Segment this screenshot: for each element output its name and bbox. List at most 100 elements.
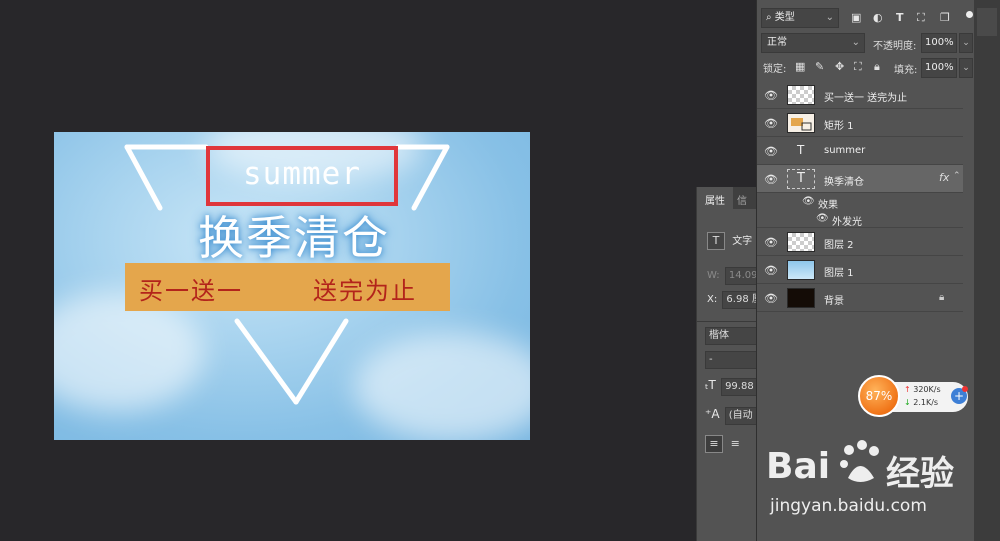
eye-icon[interactable]: 👁︎ <box>764 236 778 249</box>
panel-scrollbar[interactable] <box>974 0 1000 541</box>
filter-adjustment-icon[interactable]: ◐ <box>873 11 883 24</box>
upload-speed-value: 320K/s <box>913 385 941 394</box>
width-label: W: <box>707 270 720 281</box>
outer-glow-row[interactable]: 👁︎ 外发光 <box>757 210 963 228</box>
filter-shape-icon[interactable]: ⛶ <box>917 11 925 25</box>
layer-row[interactable]: 👁︎ 图层 2 <box>757 228 963 256</box>
effects-label: 效果 <box>818 200 838 211</box>
summer-text[interactable]: summer <box>206 156 398 192</box>
fill-label: 填充: <box>894 65 918 76</box>
filter-select-label: 类型 <box>774 12 795 23</box>
fill-chevron-icon[interactable]: ⌄ <box>959 58 973 78</box>
lock-label: 锁定: <box>763 64 787 75</box>
text-layer-icon: T <box>787 169 815 189</box>
x-label: X: <box>707 294 718 305</box>
divider <box>697 321 757 322</box>
properties-panel: 属性 信 T 文字 W: 14.09 X: 6.98 厘 楷体 - ₜT 99.… <box>696 187 766 541</box>
font-style-select[interactable]: - <box>705 351 757 369</box>
chevron-up-icon[interactable]: ⌃ <box>953 171 961 181</box>
layer-name: 买一送一 送完为止 <box>824 93 908 104</box>
download-speed: ↓ 2.1K/s <box>904 398 938 407</box>
layer-row[interactable]: 👁︎ 图层 1 <box>757 256 963 284</box>
lock-row: 锁定: ▦ ✎ ✥ ⛶ 🔒︎ 填充: 100% ⌄ <box>757 57 975 79</box>
baidu-watermark: Bai 经验 jingyan.baidu.com <box>766 436 966 520</box>
layer-row-selected[interactable]: 👁︎ T 换季清仓 fx ⌃ <box>757 165 963 193</box>
align-left-icon[interactable]: ≡ <box>705 435 723 453</box>
eye-icon[interactable]: 👁︎ <box>764 145 778 158</box>
layer-thumbnail <box>787 260 815 280</box>
opacity-chevron-icon[interactable]: ⌄ <box>959 33 973 53</box>
opacity-field[interactable]: 100% <box>921 33 957 53</box>
layer-name: 图层 2 <box>824 240 854 251</box>
filter-smart-object-icon[interactable]: ❐ <box>940 11 950 24</box>
layer-row[interactable]: 👁︎ 矩形 1 <box>757 109 963 137</box>
tab-info[interactable]: 信 <box>733 187 751 209</box>
layer-filter-select[interactable]: ⌕ 类型 ⌄ <box>761 8 839 28</box>
filter-pixel-icon[interactable]: ▣ <box>851 11 861 24</box>
layers-list: 👁︎ 买一送一 送完为止 👁︎ 矩形 1 👁︎ T summer 👁︎ T 换季… <box>757 81 963 312</box>
eye-icon[interactable]: 👁︎ <box>764 173 778 186</box>
watermark-url: jingyan.baidu.com <box>770 496 927 516</box>
layer-name: 背景 <box>824 296 844 307</box>
banner-text-right: 送完为止 <box>313 277 417 305</box>
title-text[interactable]: 换季清仓 <box>164 202 424 268</box>
type-label: 文字 <box>732 236 753 247</box>
network-speed-widget[interactable]: 87% ↑ 320K/s ↓ 2.1K/s + <box>858 373 972 419</box>
layer-thumbnail <box>787 288 815 308</box>
shape-layer-icon <box>791 118 812 131</box>
layer-name: summer <box>824 145 866 156</box>
effects-row[interactable]: 👁︎ 效果 <box>757 193 963 211</box>
outer-glow-label: 外发光 <box>832 217 862 228</box>
chevron-down-icon: ⌄ <box>851 37 860 48</box>
filter-toggle[interactable] <box>966 11 973 18</box>
filter-type-icon[interactable]: T <box>896 11 904 24</box>
align-center-icon[interactable]: ≡ <box>726 435 744 453</box>
promo-banner[interactable]: 买一送一 送完为止 <box>125 263 450 311</box>
banner-text-left: 买一送一 <box>139 277 243 305</box>
layer-name: 换季清仓 <box>824 177 864 188</box>
layer-thumbnail <box>787 85 815 105</box>
upload-speed: ↑ 320K/s <box>904 385 941 394</box>
arrow-up-icon: ↑ <box>904 385 911 394</box>
lock-move-icon[interactable]: ✥ <box>835 60 844 73</box>
layer-filter-row: ⌕ 类型 ⌄ ▣ ◐ T ⛶ ❐ <box>757 8 975 30</box>
layer-row[interactable]: 👁︎ 买一送一 送完为止 <box>757 81 963 109</box>
paw-icon <box>840 440 879 482</box>
lock-all-icon[interactable]: 🔒︎ <box>874 60 880 74</box>
eye-icon[interactable]: 👁︎ <box>764 292 778 305</box>
fx-icon[interactable]: fx <box>939 171 949 184</box>
layer-row[interactable]: 👁︎ 背景 🔒︎ <box>757 284 963 312</box>
watermark-brand-left: Bai <box>766 446 831 487</box>
layer-name: 图层 1 <box>824 268 854 279</box>
eye-icon[interactable]: 👁︎ <box>816 213 829 224</box>
shape-thumbnail <box>787 113 815 133</box>
eye-icon[interactable]: 👁︎ <box>802 196 815 207</box>
eye-icon[interactable]: 👁︎ <box>764 117 778 130</box>
eye-icon[interactable]: 👁︎ <box>764 89 778 102</box>
opacity-label: 不透明度: <box>873 41 917 52</box>
leading-field[interactable]: (自动 <box>724 407 757 425</box>
layer-row[interactable]: 👁︎ T summer <box>757 137 963 165</box>
document-canvas[interactable]: summer 换季清仓 买一送一 送完为止 <box>54 132 530 440</box>
watermark-brand-right: 经验 <box>886 454 954 494</box>
lock-paint-icon[interactable]: ✎ <box>815 60 824 73</box>
lock-artboard-icon[interactable]: ⛶ <box>854 60 862 74</box>
leading-icon: ⁺A <box>705 407 720 421</box>
layer-name: 矩形 1 <box>824 121 854 132</box>
search-icon: ⌕ <box>766 12 775 23</box>
blend-mode-select[interactable]: 正常 ⌄ <box>761 33 865 53</box>
lock-transparent-icon[interactable]: ▦ <box>795 60 805 73</box>
chevron-down-icon: ⌄ <box>825 12 834 23</box>
font-size-field[interactable]: 99.88 <box>721 378 758 396</box>
blend-mode-value: 正常 <box>767 37 787 48</box>
download-speed-value: 2.1K/s <box>913 398 939 407</box>
fill-field[interactable]: 100% <box>921 58 957 78</box>
eye-icon[interactable]: 👁︎ <box>764 264 778 277</box>
speed-percent[interactable]: 87% <box>858 375 900 417</box>
font-family-select[interactable]: 楷体 <box>705 327 757 345</box>
blend-row: 正常 ⌄ 不透明度: 100% ⌄ <box>757 33 975 55</box>
scrollbar-thumb[interactable] <box>977 8 997 36</box>
layer-thumbnail <box>787 232 815 252</box>
tab-properties[interactable]: 属性 <box>697 187 733 209</box>
arrow-down-icon: ↓ <box>904 398 911 407</box>
